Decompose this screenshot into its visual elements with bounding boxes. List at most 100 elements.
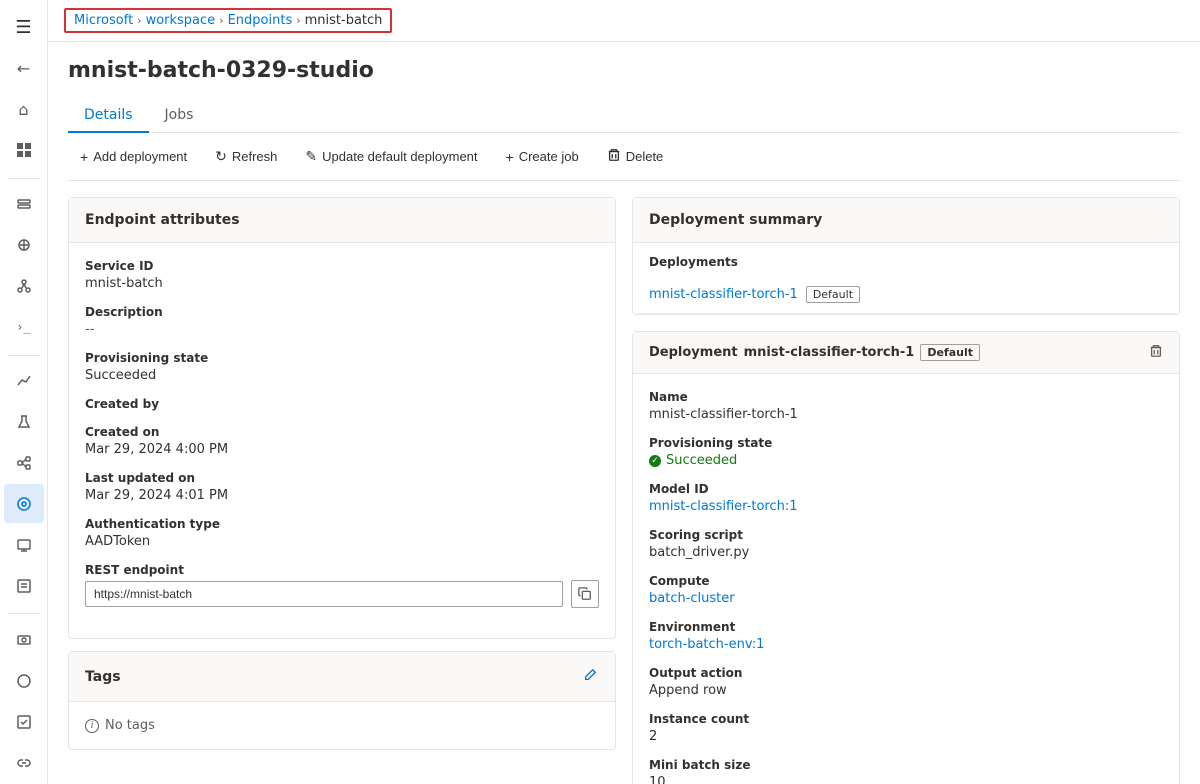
deployment-summary-name[interactable]: mnist-classifier-torch-1 (649, 287, 798, 302)
right-panel: Deployment summary Deployments mnist-cla… (632, 197, 1180, 784)
refresh-button[interactable]: ↻ Refresh (203, 143, 289, 170)
field-rest-endpoint: REST endpoint (85, 563, 599, 608)
deployment-summary-row: mnist-classifier-torch-1 Default (633, 276, 1179, 314)
detail-field-environment: Environment torch-batch-env:1 (649, 620, 1163, 652)
content-grid: Endpoint attributes Service ID mnist-bat… (68, 197, 1180, 784)
detail-field-compute: Compute batch-cluster (649, 574, 1163, 606)
deployment-detail-card: Deployment mnist-classifier-torch-1 Defa… (632, 331, 1180, 784)
compute-icon[interactable] (4, 525, 44, 564)
endpoint-row (85, 580, 599, 608)
page-content: mnist-batch-0329-studio Details Jobs + A… (48, 42, 1200, 784)
delete-button[interactable]: Delete (595, 143, 676, 170)
pipelines-icon[interactable] (4, 443, 44, 482)
field-provisioning-state: Provisioning state Succeeded (85, 351, 599, 383)
field-created-on: Created on Mar 29, 2024 4:00 PM (85, 425, 599, 457)
breadcrumb-microsoft[interactable]: Microsoft (74, 13, 133, 28)
detail-field-scoring: Scoring script batch_driver.py (649, 528, 1163, 560)
info-circle-icon: i (85, 719, 99, 733)
breadcrumb-current: mnist-batch (305, 13, 383, 28)
no-tags-label: No tags (105, 718, 155, 733)
field-created-by: Created by (85, 397, 599, 411)
plus-icon-1: + (80, 149, 88, 165)
detail-field-output-action: Output action Append row (649, 666, 1163, 698)
environment-link[interactable]: torch-batch-env:1 (649, 637, 1163, 652)
endpoints-icon[interactable] (4, 484, 44, 523)
back-icon[interactable]: ← (4, 49, 44, 88)
page-title: mnist-batch-0329-studio (68, 58, 1180, 83)
divider-3 (8, 613, 40, 614)
model-id-link[interactable]: mnist-classifier-torch:1 (649, 499, 1163, 514)
tab-jobs[interactable]: Jobs (149, 99, 210, 133)
circle-icon[interactable] (4, 661, 44, 700)
tab-details[interactable]: Details (68, 99, 149, 133)
field-auth-type: Authentication type AADToken (85, 517, 599, 549)
link-icon[interactable] (4, 743, 44, 782)
breadcrumb-sep-1: › (137, 14, 141, 27)
tabs: Details Jobs (68, 99, 1180, 133)
deployment-detail-title: Deployment mnist-classifier-torch-1 Defa… (649, 344, 980, 361)
edit-tags-button[interactable] (581, 666, 599, 687)
settings-icon[interactable] (4, 620, 44, 659)
main-container: Microsoft › workspace › Endpoints › mnis… (48, 0, 1200, 784)
data-icon[interactable] (4, 185, 44, 224)
terminal-icon[interactable]: ›_ (4, 308, 44, 347)
detail-field-provisioning: Provisioning state ✓ Succeeded (649, 436, 1163, 468)
deployment-detail-body: Name mnist-classifier-torch-1 Provisioni… (633, 374, 1179, 784)
trash-icon-detail (1149, 344, 1163, 358)
breadcrumb: Microsoft › workspace › Endpoints › mnis… (64, 8, 392, 33)
success-badge: ✓ Succeeded (649, 453, 1163, 468)
endpoint-attributes-card: Endpoint attributes Service ID mnist-bat… (68, 197, 616, 639)
checkbox-icon[interactable] (4, 702, 44, 741)
detail-field-mini-batch: Mini batch size 10 (649, 758, 1163, 784)
delete-icon (607, 148, 621, 165)
divider-2 (8, 355, 40, 356)
tags-header: Tags (69, 652, 615, 702)
deployments-label-container: Deployments (633, 243, 1179, 276)
detail-field-model: Model ID mnist-classifier-torch:1 (649, 482, 1163, 514)
plus-icon-2: + (506, 149, 514, 165)
experiments-icon[interactable] (4, 403, 44, 442)
copy-endpoint-button[interactable] (571, 580, 599, 608)
deployment-summary-header: Deployment summary (633, 198, 1179, 243)
breadcrumb-sep-2: › (219, 14, 223, 27)
tags-body: i No tags (69, 702, 615, 749)
tags-title: Tags (85, 669, 121, 685)
copy-icon (578, 587, 592, 601)
refresh-icon: ↻ (215, 148, 227, 165)
compute-link[interactable]: batch-cluster (649, 591, 1163, 606)
divider-1 (8, 178, 40, 179)
detail-field-instance-count: Instance count 2 (649, 712, 1163, 744)
toolbar: + Add deployment ↻ Refresh ✎ Update defa… (68, 133, 1180, 181)
left-panel: Endpoint attributes Service ID mnist-bat… (68, 197, 616, 784)
deployments-label: Deployments (649, 255, 1163, 269)
dashboard-icon[interactable] (4, 131, 44, 170)
default-badge-summary: Default (806, 286, 860, 303)
update-default-button[interactable]: ✎ Update default deployment (293, 143, 489, 170)
graph-icon[interactable] (4, 267, 44, 306)
hamburger-menu-icon[interactable]: ☰ (4, 8, 44, 47)
breadcrumb-endpoints[interactable]: Endpoints (228, 13, 293, 28)
registry-icon[interactable] (4, 566, 44, 605)
sidebar: ☰ ← ⌂ ›_ (0, 0, 48, 784)
deployment-summary-card: Deployment summary Deployments mnist-cla… (632, 197, 1180, 315)
default-badge-detail: Default (920, 344, 980, 361)
endpoint-attributes-header: Endpoint attributes (69, 198, 615, 243)
create-job-button[interactable]: + Create job (494, 144, 591, 170)
breadcrumb-workspace[interactable]: workspace (146, 13, 216, 28)
endpoint-attributes-body: Service ID mnist-batch Description -- Pr… (69, 243, 615, 638)
home-icon[interactable]: ⌂ (4, 90, 44, 129)
field-service-id: Service ID mnist-batch (85, 259, 599, 291)
metrics-icon[interactable] (4, 362, 44, 401)
rest-endpoint-input[interactable] (85, 581, 563, 607)
success-dot-icon: ✓ (649, 455, 661, 467)
field-description: Description -- (85, 305, 599, 337)
delete-deployment-button[interactable] (1149, 344, 1163, 361)
topbar: Microsoft › workspace › Endpoints › mnis… (48, 0, 1200, 42)
detail-field-name: Name mnist-classifier-torch-1 (649, 390, 1163, 422)
add-deployment-button[interactable]: + Add deployment (68, 144, 199, 170)
pencil-icon (583, 668, 597, 682)
deployment-detail-header: Deployment mnist-classifier-torch-1 Defa… (633, 332, 1179, 374)
models-icon[interactable] (4, 226, 44, 265)
breadcrumb-sep-3: › (296, 14, 300, 27)
field-last-updated: Last updated on Mar 29, 2024 4:01 PM (85, 471, 599, 503)
